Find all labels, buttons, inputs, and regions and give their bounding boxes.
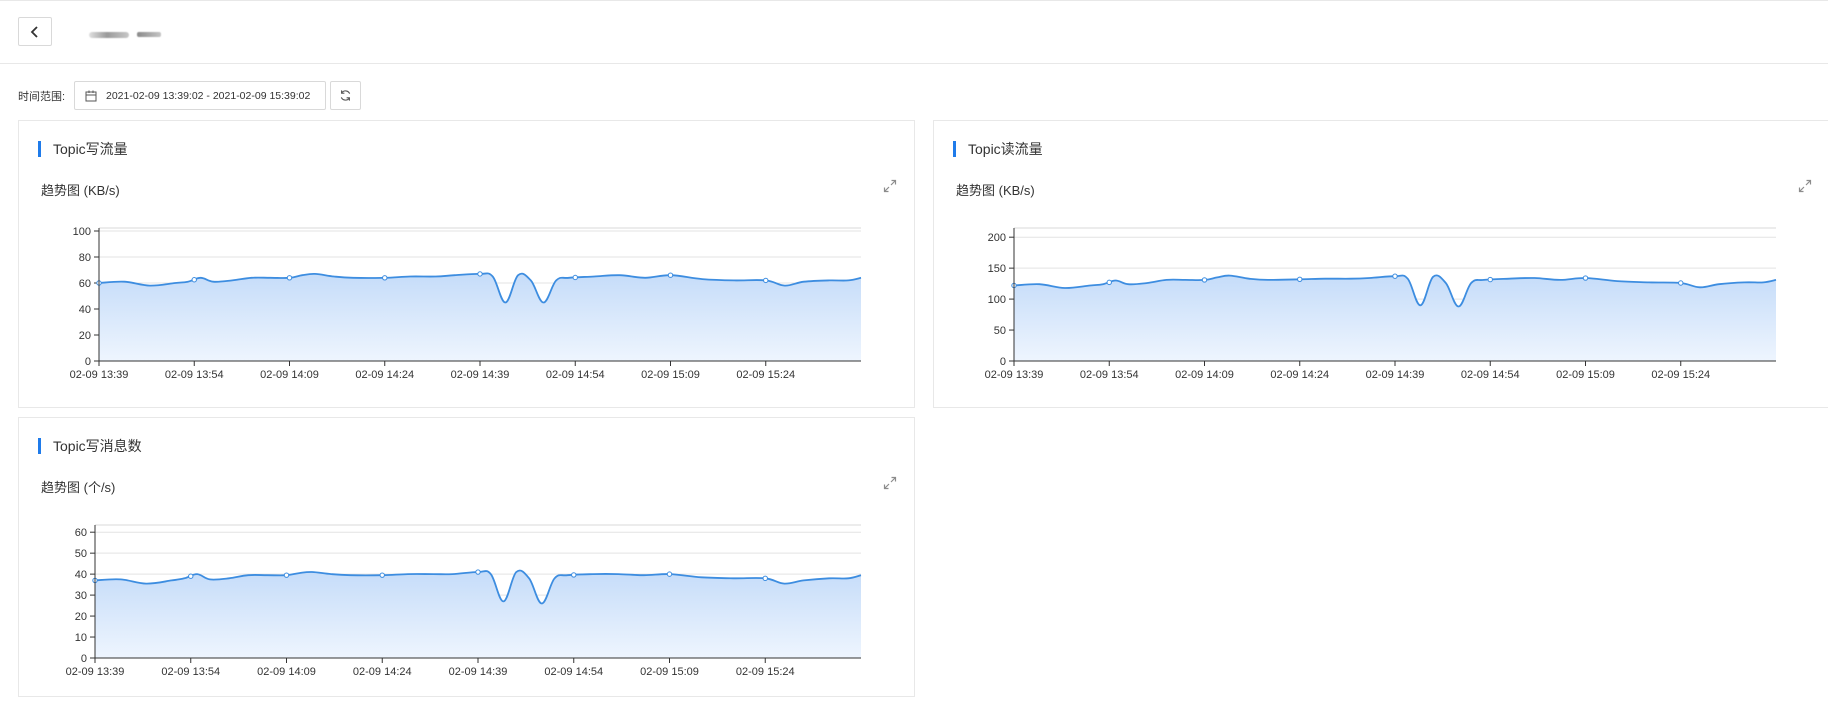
y-tick-label: 100 [988, 294, 1006, 306]
x-tick-label: 02-09 14:24 [1270, 369, 1329, 381]
y-tick-label: 100 [73, 226, 91, 238]
x-tick-label: 02-09 14:54 [1461, 369, 1520, 381]
data-point [286, 275, 293, 281]
x-tick-label: 02-09 14:09 [257, 666, 316, 678]
x-tick-label: 02-09 14:09 [1175, 369, 1234, 381]
x-tick-label: 02-09 14:39 [449, 666, 508, 678]
x-tick-label: 02-09 15:09 [1556, 369, 1615, 381]
x-tick-label: 02-09 13:39 [66, 666, 125, 678]
data-point [572, 274, 578, 281]
y-tick-label: 0 [81, 653, 87, 665]
back-button[interactable] [18, 17, 52, 46]
data-point [1678, 280, 1684, 286]
data-point [382, 275, 388, 281]
x-tick-label: 02-09 15:24 [1651, 369, 1710, 381]
time-range-picker[interactable]: 2021-02-09 13:39:02 - 2021-02-09 15:39:0… [74, 81, 326, 110]
calendar-icon [85, 90, 97, 102]
y-tick-label: 80 [79, 252, 91, 264]
data-point [1297, 276, 1303, 282]
data-point [1487, 276, 1493, 283]
x-tick-label: 02-09 14:39 [451, 369, 510, 381]
expand-icon[interactable] [882, 178, 898, 194]
y-tick-label: 50 [75, 548, 87, 560]
data-point [283, 572, 290, 578]
chevron-left-icon [30, 25, 38, 38]
x-tick-label: 02-09 15:09 [640, 666, 699, 678]
series-area [1014, 275, 1776, 361]
data-point [763, 277, 769, 284]
x-tick-label: 02-09 13:54 [161, 666, 220, 678]
card-subtitle: 趋势图 (个/s) [41, 480, 116, 495]
refresh-icon [340, 90, 351, 101]
data-point [188, 573, 194, 579]
write-traffic-chart: 0 20 40 60 80 100 02-09 13:39 02-09 13:54 02-09 … [70, 226, 862, 381]
series-area [95, 570, 861, 658]
data-point [475, 569, 481, 575]
redacted-title-image-2 [137, 32, 161, 37]
x-tick-label: 02-09 13:54 [165, 369, 224, 381]
data-point [379, 572, 385, 578]
data-point [762, 575, 768, 582]
x-tick-label: 02-09 14:24 [355, 369, 414, 381]
write-messages-chart: 0 10 20 30 40 50 60 02-09 13:39 02-09 13:54 02-09… [66, 524, 862, 678]
x-tick-label: 02-09 14:54 [544, 666, 603, 678]
x-tick-label: 02-09 14:39 [1366, 369, 1425, 381]
data-point [666, 571, 673, 577]
expand-icon[interactable] [882, 475, 898, 491]
x-tick-label: 02-09 14:09 [260, 369, 319, 381]
read-traffic-chart: 0 50 100 150 200 02-09 13:39 02-09 13:54 02-09 … [985, 227, 1777, 381]
y-tick-label: 40 [79, 304, 91, 316]
x-tick-label: 02-09 14:54 [546, 369, 605, 381]
x-tick-label: 02-09 15:09 [641, 369, 700, 381]
y-tick-label: 200 [988, 232, 1006, 244]
chart-card-write-messages: Topic写消息数 趋势图 (个/s) 0 10 20 30 40 50 60 02-09 1… [18, 417, 915, 697]
series-area [99, 273, 861, 361]
chart-card-read-traffic: Topic读流量 趋势图 (KB/s) 0 50 100 150 200 02-09 13… [933, 120, 1828, 408]
y-tick-label: 30 [75, 590, 87, 602]
y-tick-label: 0 [1000, 356, 1006, 368]
data-point [1582, 275, 1589, 281]
x-tick-label: 02-09 14:24 [353, 666, 412, 678]
card-title: Topic写流量 [38, 141, 128, 157]
expand-icon[interactable] [1797, 178, 1813, 194]
x-tick-label: 02-09 13:39 [70, 369, 129, 381]
top-bar [0, 0, 1828, 64]
card-title: Topic写消息数 [38, 438, 142, 454]
redacted-title-image [89, 32, 129, 38]
y-tick-label: 10 [75, 632, 87, 644]
y-tick-label: 50 [994, 325, 1006, 337]
data-point [1201, 277, 1208, 283]
chart-card-write-traffic: Topic写流量 趋势图 (KB/s) 0 20 40 60 80 100 02-09 13… [18, 120, 915, 408]
x-tick-label: 02-09 15:24 [736, 666, 795, 678]
data-point [667, 272, 674, 278]
y-tick-label: 20 [75, 611, 87, 623]
time-range-value: 2021-02-09 13:39:02 - 2021-02-09 15:39:0… [106, 90, 311, 102]
x-tick-label: 02-09 15:24 [736, 369, 795, 381]
refresh-button[interactable] [330, 81, 361, 110]
y-tick-label: 150 [988, 263, 1006, 275]
card-title: Topic读流量 [953, 141, 1043, 157]
x-tick-label: 02-09 13:39 [985, 369, 1044, 381]
data-point [477, 271, 483, 277]
y-tick-label: 40 [75, 569, 87, 581]
card-subtitle: 趋势图 (KB/s) [41, 183, 120, 198]
data-point [1392, 273, 1398, 279]
y-tick-label: 60 [79, 278, 91, 290]
data-point [1106, 279, 1112, 286]
time-range-label: 时间范围: [18, 91, 66, 103]
data-point [191, 277, 197, 283]
y-tick-label: 0 [85, 356, 91, 368]
data-point [571, 572, 577, 578]
card-subtitle: 趋势图 (KB/s) [956, 183, 1035, 198]
y-tick-label: 60 [75, 527, 87, 539]
x-tick-label: 02-09 13:54 [1080, 369, 1139, 381]
y-tick-label: 20 [79, 330, 91, 342]
